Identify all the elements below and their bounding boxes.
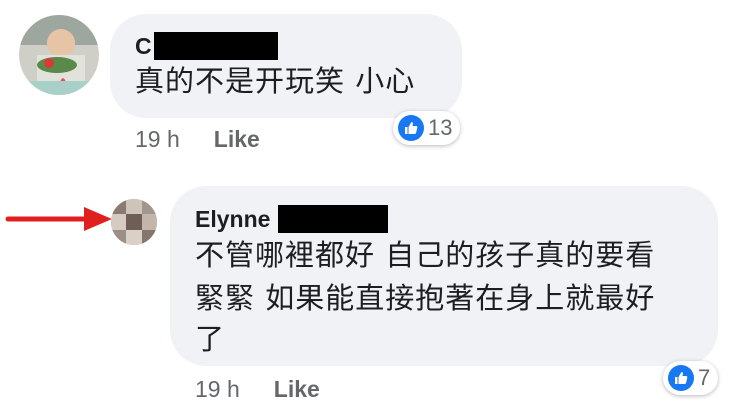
thumbs-up-icon bbox=[668, 365, 694, 391]
reaction-count: 13 bbox=[428, 115, 453, 140]
comment-author[interactable]: C bbox=[135, 32, 278, 60]
timestamp[interactable]: 19 h bbox=[195, 376, 240, 403]
comment-text-line: 不管哪裡都好 自己的孩子真的要看 bbox=[195, 238, 656, 272]
comment-meta: 19 h Like bbox=[195, 376, 320, 403]
red-arrow-annotation bbox=[5, 207, 112, 231]
comment-text: 真的不是开玩笑 小心 bbox=[135, 64, 416, 98]
author-name[interactable]: C bbox=[135, 34, 152, 58]
like-button[interactable]: Like bbox=[274, 376, 320, 403]
like-button[interactable]: Like bbox=[214, 126, 260, 153]
reaction-summary[interactable]: 7 bbox=[663, 361, 719, 395]
redacted-name bbox=[153, 32, 278, 60]
comment-text-line: 緊緊 如果能直接抱著在身上就最好 bbox=[195, 281, 656, 315]
timestamp[interactable]: 19 h bbox=[135, 126, 180, 153]
comment-author[interactable]: Elynne bbox=[195, 205, 389, 233]
redacted-name bbox=[278, 205, 389, 233]
avatar[interactable] bbox=[111, 199, 157, 245]
reaction-count: 7 bbox=[698, 365, 711, 390]
author-name[interactable]: Elynne bbox=[195, 207, 270, 231]
comment-meta: 19 h Like bbox=[135, 126, 260, 153]
avatar[interactable] bbox=[19, 15, 99, 95]
thumbs-up-icon bbox=[398, 115, 424, 141]
reaction-summary[interactable]: 13 bbox=[393, 111, 461, 145]
comment-text-line: 了 bbox=[195, 322, 226, 356]
